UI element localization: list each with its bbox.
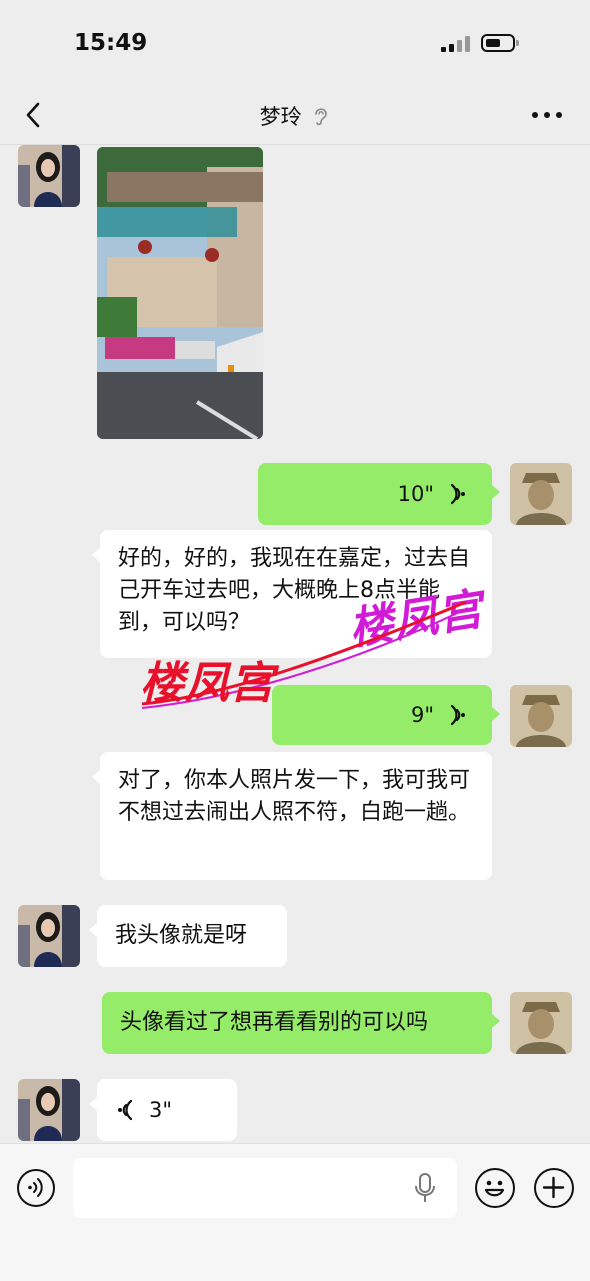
plus-icon[interactable] xyxy=(534,1168,574,1208)
text-message-sent[interactable]: 头像看过了想再看看别的可以吗 xyxy=(102,992,500,1054)
message-text: 我头像就是呀 xyxy=(115,923,248,948)
emoji-icon[interactable] xyxy=(475,1168,515,1208)
voice-wave-icon xyxy=(117,1099,137,1131)
voice-message-sent[interactable]: 10" xyxy=(258,463,500,525)
voice-wave-icon xyxy=(446,483,466,515)
voice-duration: 10" xyxy=(397,482,434,506)
contact-avatar[interactable] xyxy=(18,145,80,207)
voice-message-sent[interactable]: 9" xyxy=(272,685,500,745)
contact-avatar[interactable] xyxy=(18,1079,80,1141)
voice-wave-icon xyxy=(446,704,466,736)
more-icon[interactable] xyxy=(532,112,564,120)
status-time: 15:49 xyxy=(74,30,148,56)
my-avatar[interactable] xyxy=(510,992,572,1054)
message-input[interactable] xyxy=(73,1158,457,1218)
message-text: 头像看过了想再看看别的可以吗 xyxy=(120,1010,429,1035)
ear-icon xyxy=(312,105,330,132)
message-list[interactable]: 10" 好的，好的，我现在在嘉定，过去自己开车过去吧，大概晚上8点半能到，可以吗… xyxy=(0,145,590,1143)
microphone-icon[interactable] xyxy=(414,1172,436,1208)
voice-duration: 9" xyxy=(410,703,434,727)
battery-icon xyxy=(481,34,519,52)
voice-message-received[interactable]: 3" xyxy=(89,1079,237,1141)
text-message-received[interactable]: 对了，你本人照片发一下，我可我可不想过去闹出人照不符，白跑一趟。 xyxy=(92,752,492,880)
message-text: 对了，你本人照片发一下，我可我可不想过去闹出人照不符，白跑一趟。 xyxy=(118,768,471,825)
chat-title[interactable]: 梦玲 xyxy=(0,101,590,132)
chat-header: 梦玲 xyxy=(0,88,590,145)
contact-avatar[interactable] xyxy=(18,905,80,967)
voice-input-icon[interactable] xyxy=(17,1169,55,1207)
contact-name: 梦玲 xyxy=(259,105,302,129)
watermark-text: 楼凤宫 xyxy=(140,658,275,709)
voice-duration: 3" xyxy=(149,1098,173,1122)
sent-photo[interactable] xyxy=(97,147,263,439)
my-avatar[interactable] xyxy=(510,463,572,525)
text-message-received[interactable]: 我头像就是呀 xyxy=(89,905,287,967)
status-bar: 15:49 xyxy=(0,0,590,90)
signal-icon xyxy=(441,36,471,52)
my-avatar[interactable] xyxy=(510,685,572,747)
input-bar xyxy=(0,1143,590,1281)
